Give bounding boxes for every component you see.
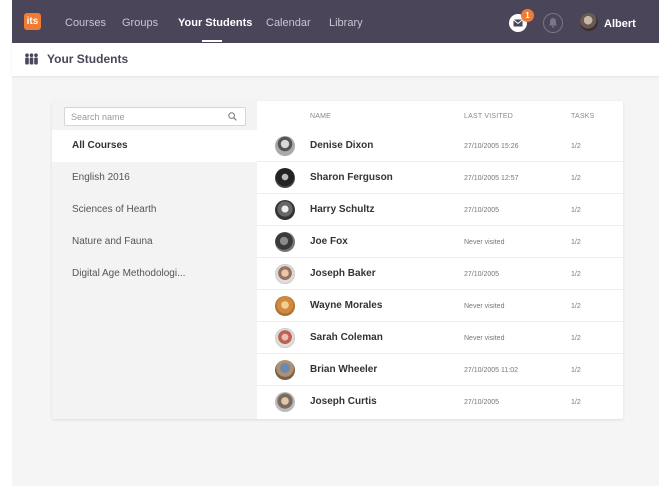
tasks-count: 1/2 bbox=[571, 271, 581, 278]
tasks-count: 1/2 bbox=[571, 399, 581, 406]
student-name[interactable]: Sharon Ferguson bbox=[310, 162, 393, 194]
student-avatar bbox=[275, 200, 295, 220]
student-avatar bbox=[275, 136, 295, 156]
student-name[interactable]: Joe Fox bbox=[310, 226, 348, 258]
column-header-last-visited[interactable]: LAST VISITED bbox=[464, 113, 513, 120]
student-name[interactable]: Wayne Morales bbox=[310, 290, 382, 322]
course-item-all-courses[interactable]: All Courses bbox=[52, 130, 257, 162]
student-avatar bbox=[275, 392, 295, 412]
nav-library[interactable]: Library bbox=[329, 0, 363, 43]
table-row[interactable]: Joseph Curtis 27/10/2005 1/2 bbox=[257, 386, 623, 418]
user-avatar[interactable] bbox=[580, 13, 598, 31]
student-name[interactable]: Joseph Baker bbox=[310, 258, 376, 290]
table-row[interactable]: Sarah Coleman Never visited 1/2 bbox=[257, 322, 623, 354]
student-avatar bbox=[275, 328, 295, 348]
nav-courses[interactable]: Courses bbox=[65, 0, 106, 43]
table-row[interactable]: Joseph Baker 27/10/2005 1/2 bbox=[257, 258, 623, 290]
last-visited: 27/10/2005 15:26 bbox=[464, 143, 519, 150]
tasks-count: 1/2 bbox=[571, 239, 581, 246]
tasks-count: 1/2 bbox=[571, 367, 581, 374]
tasks-count: 1/2 bbox=[571, 175, 581, 182]
student-name[interactable]: Joseph Curtis bbox=[310, 386, 377, 418]
course-item-sciences-of-hearth[interactable]: Sciences of Hearth bbox=[52, 194, 257, 226]
search-input[interactable] bbox=[71, 109, 221, 124]
app-logo[interactable]: its bbox=[24, 13, 41, 30]
page-title: Your Students bbox=[47, 52, 129, 66]
student-name[interactable]: Sarah Coleman bbox=[310, 322, 383, 354]
last-visited: 27/10/2005 bbox=[464, 271, 500, 278]
column-header-name[interactable]: NAME bbox=[310, 113, 331, 120]
nav-your-students[interactable]: Your Students bbox=[178, 0, 252, 43]
table-row[interactable]: Denise Dixon 27/10/2005 15:26 1/2 bbox=[257, 130, 623, 162]
student-avatar bbox=[275, 360, 295, 380]
table-row[interactable]: Sharon Ferguson 27/10/2005 12:57 1/2 bbox=[257, 162, 623, 194]
mail-icon bbox=[513, 19, 523, 27]
course-item-nature-and-fauna[interactable]: Nature and Fauna bbox=[52, 226, 257, 258]
table-row[interactable]: Harry Schultz 27/10/2005 1/2 bbox=[257, 194, 623, 226]
table-row[interactable]: Brian Wheeler 27/10/2005 11:02 1/2 bbox=[257, 354, 623, 386]
user-name[interactable]: Albert bbox=[604, 0, 636, 43]
column-header-tasks[interactable]: TASKS bbox=[571, 113, 594, 120]
course-sidebar: All Courses English 2016 Sciences of Hea… bbox=[52, 101, 257, 419]
student-name[interactable]: Denise Dixon bbox=[310, 130, 373, 162]
tasks-count: 1/2 bbox=[571, 207, 581, 214]
tasks-count: 1/2 bbox=[571, 303, 581, 310]
student-name[interactable]: Harry Schultz bbox=[310, 194, 374, 226]
tasks-count: 1/2 bbox=[571, 335, 581, 342]
notifications-button[interactable] bbox=[543, 13, 563, 33]
last-visited: Never visited bbox=[464, 335, 505, 342]
students-card: All Courses English 2016 Sciences of Hea… bbox=[52, 101, 623, 419]
table-row[interactable]: Wayne Morales Never visited 1/2 bbox=[257, 290, 623, 322]
nav-active-indicator bbox=[202, 40, 222, 42]
last-visited: 27/10/2005 12:57 bbox=[464, 175, 519, 182]
page-header: Your Students bbox=[12, 43, 659, 76]
last-visited: Never visited bbox=[464, 239, 505, 246]
course-item-digital-age-methodologies[interactable]: Digital Age Methodologi... bbox=[52, 258, 257, 290]
last-visited: 27/10/2005 bbox=[464, 399, 500, 406]
search-box bbox=[64, 107, 246, 126]
last-visited: Never visited bbox=[464, 303, 505, 310]
last-visited: 27/10/2005 bbox=[464, 207, 500, 214]
student-name[interactable]: Brian Wheeler bbox=[310, 354, 377, 386]
bell-icon bbox=[549, 18, 557, 28]
search-icon[interactable] bbox=[228, 112, 237, 121]
last-visited: 27/10/2005 11:02 bbox=[464, 367, 518, 374]
left-margin bbox=[0, 0, 12, 486]
student-avatar bbox=[275, 264, 295, 284]
table-row[interactable]: Joe Fox Never visited 1/2 bbox=[257, 226, 623, 258]
nav-calendar[interactable]: Calendar bbox=[266, 0, 311, 43]
student-avatar bbox=[275, 168, 295, 188]
student-avatar bbox=[275, 232, 295, 252]
notification-badge: 1 bbox=[521, 9, 534, 22]
tasks-count: 1/2 bbox=[571, 143, 581, 150]
top-navigation-bar: its Courses Groups Your Students Calenda… bbox=[12, 0, 659, 43]
course-item-english-2016[interactable]: English 2016 bbox=[52, 162, 257, 194]
students-icon bbox=[25, 53, 38, 65]
nav-groups[interactable]: Groups bbox=[122, 0, 158, 43]
student-avatar bbox=[275, 296, 295, 316]
